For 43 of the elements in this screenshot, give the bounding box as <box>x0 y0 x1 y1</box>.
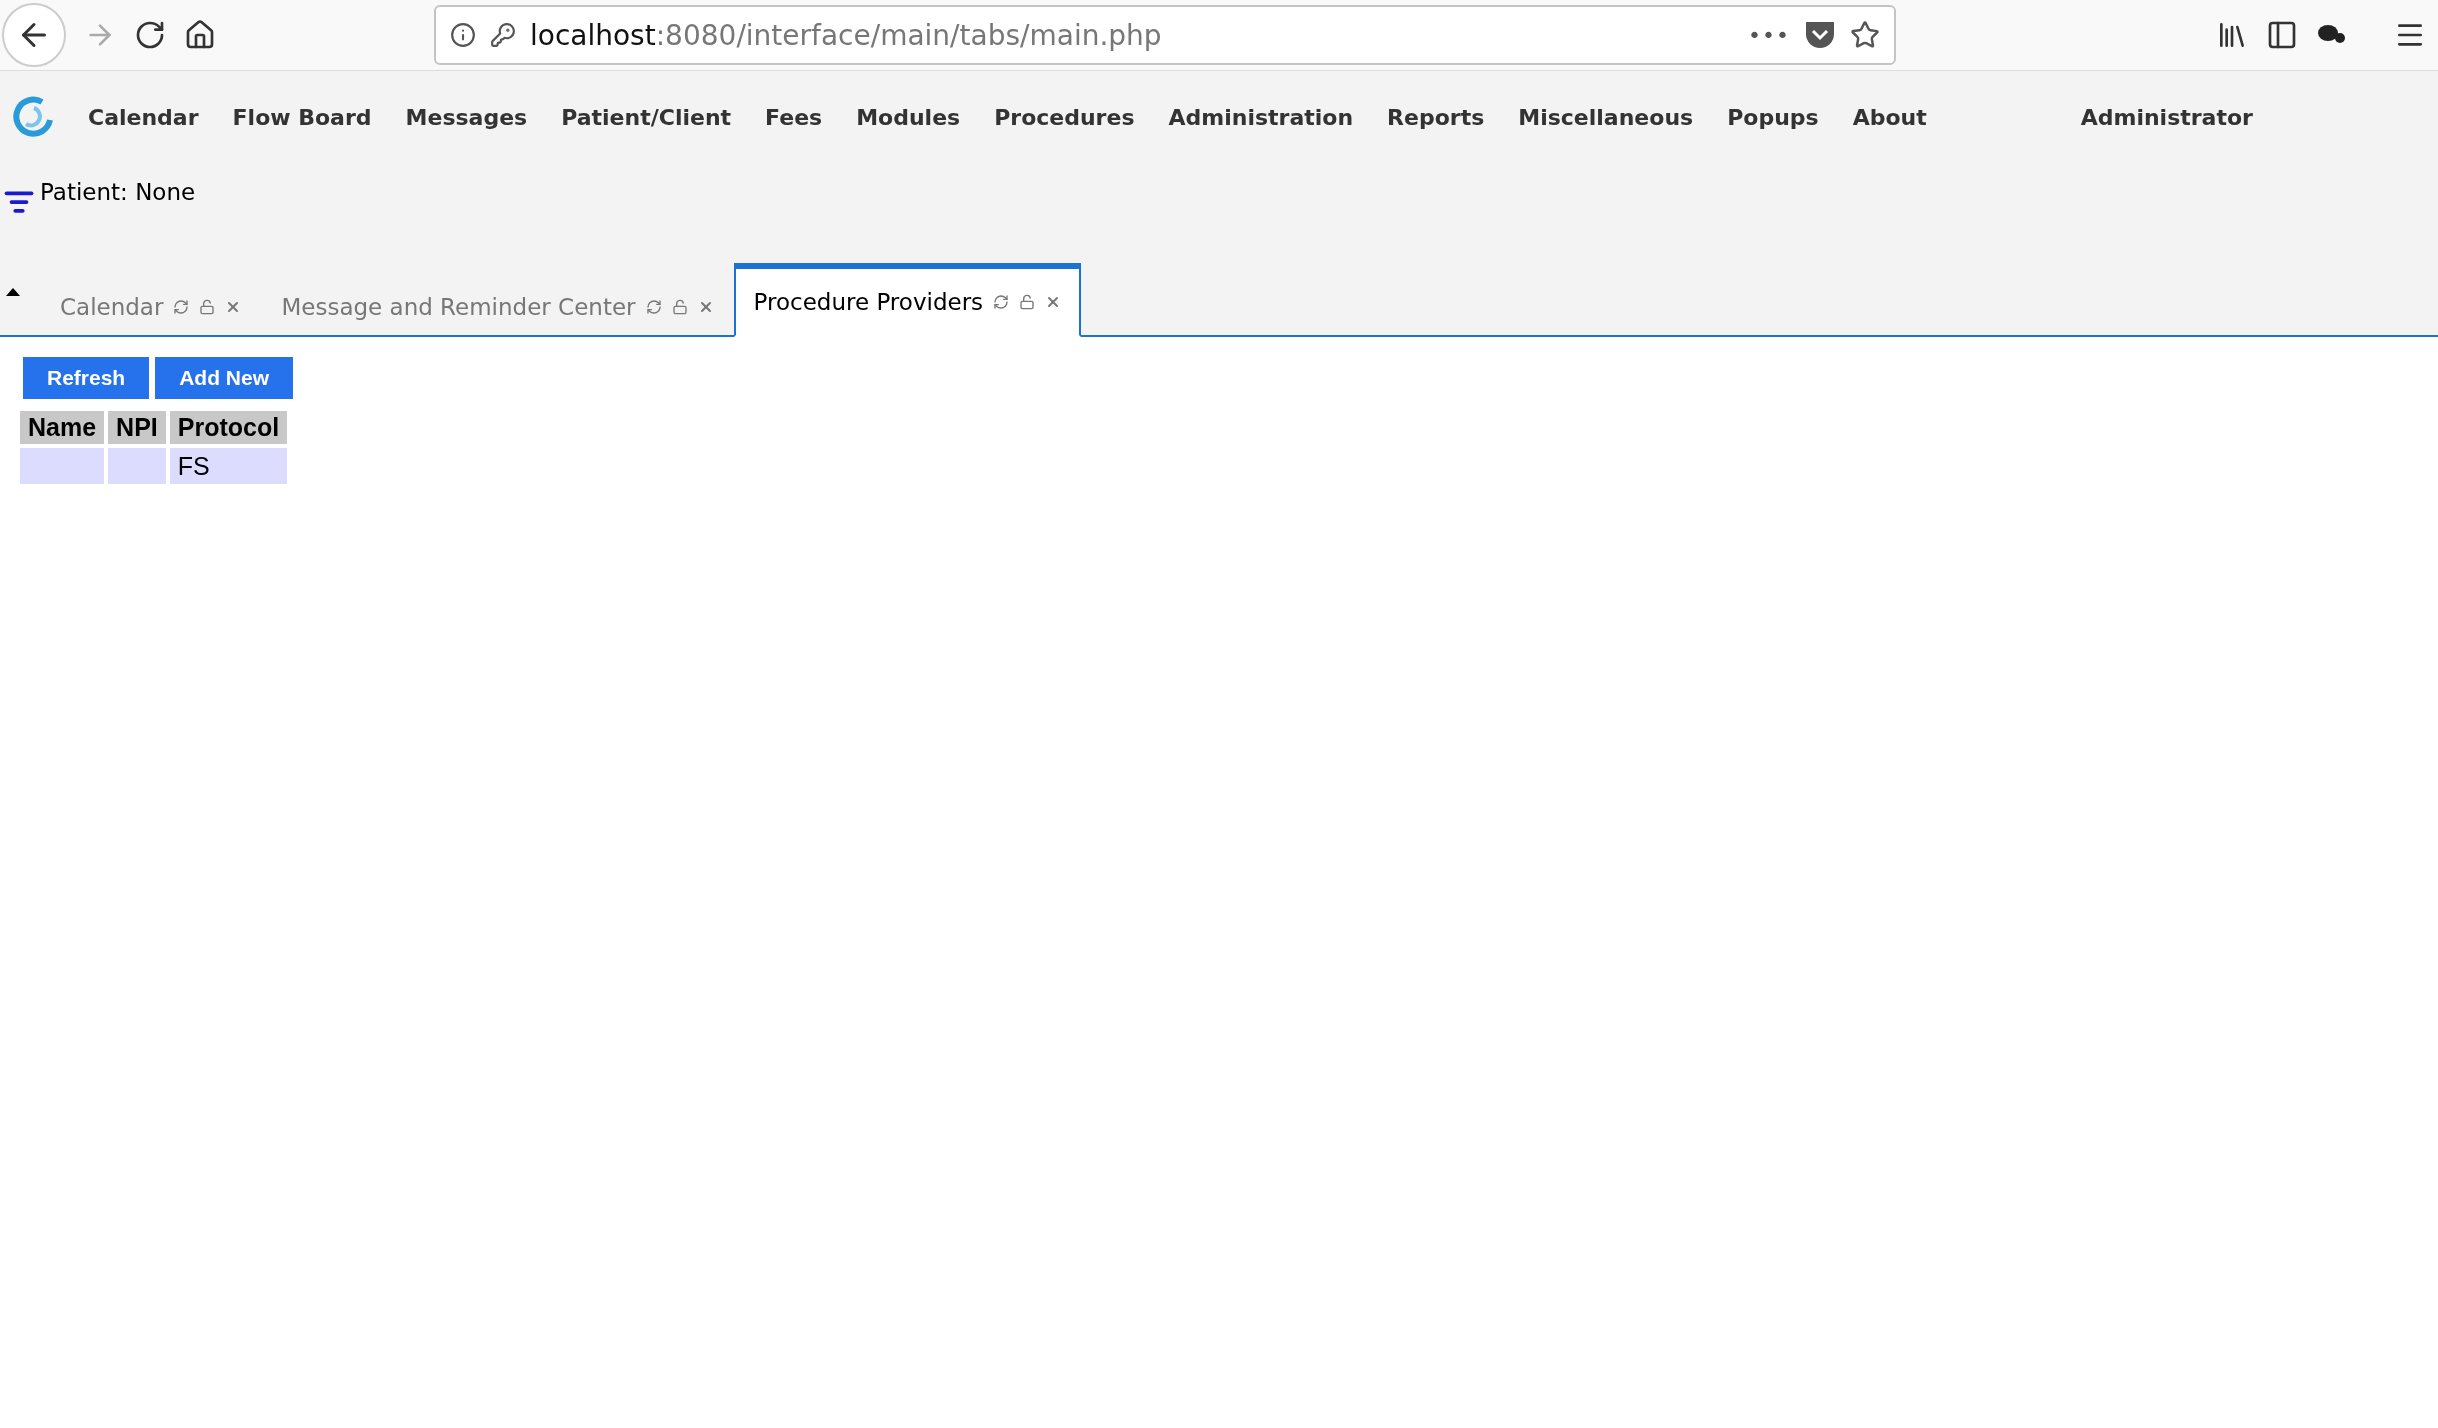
tab[interactable]: Calendar <box>40 277 262 337</box>
patient-label: Patient: None <box>40 179 196 205</box>
table-cell: FS <box>169 448 288 484</box>
tab[interactable]: Procedure Providers <box>733 263 1082 337</box>
menu-item[interactable]: About <box>1852 104 1927 130</box>
url-host: localhost <box>530 18 656 52</box>
reload-icon[interactable] <box>134 19 166 51</box>
home-icon[interactable] <box>184 19 216 51</box>
menu-item[interactable]: Patient/Client <box>561 104 732 130</box>
action-button[interactable]: Refresh <box>23 357 150 399</box>
unlock-icon[interactable] <box>1019 294 1036 310</box>
key-icon <box>490 22 516 48</box>
column-header: NPI <box>108 411 166 444</box>
table-cell <box>108 448 166 484</box>
menu-item[interactable]: Calendar <box>88 104 199 130</box>
pocket-icon <box>1804 20 1836 50</box>
action-button[interactable]: Add New <box>155 357 294 399</box>
star-icon[interactable] <box>1850 20 1880 50</box>
info-icon <box>450 22 476 48</box>
menu-item[interactable]: Flow Board <box>232 104 372 130</box>
user-menu[interactable]: Administrator <box>2080 104 2253 130</box>
tab[interactable]: Message and Reminder Center <box>261 277 734 337</box>
refresh-icon[interactable] <box>645 299 662 315</box>
menu-item[interactable]: Reports <box>1387 104 1485 130</box>
unlock-icon[interactable] <box>671 299 688 315</box>
address-bar[interactable]: localhost:8080/interface/main/tabs/main.php ••• <box>434 5 1896 65</box>
menu-item[interactable]: Fees <box>765 104 823 130</box>
collapse-caret-icon[interactable] <box>6 288 20 296</box>
sidebar-icon[interactable] <box>2266 19 2298 51</box>
menu-item[interactable]: Messages <box>405 104 528 130</box>
column-header: Protocol <box>169 411 288 444</box>
refresh-icon[interactable] <box>173 299 190 315</box>
menu-item[interactable]: Modules <box>856 104 961 130</box>
menu-item[interactable]: Popups <box>1727 104 1819 130</box>
unlock-icon[interactable] <box>199 299 216 315</box>
menu-item[interactable]: Miscellaneous <box>1518 104 1694 130</box>
refresh-icon[interactable] <box>993 294 1010 310</box>
menu-item[interactable]: Administration <box>1168 104 1354 130</box>
url-path: :8080/interface/main/tabs/main.php <box>655 18 1162 52</box>
column-header: Name <box>20 411 105 444</box>
logo-icon <box>12 96 54 138</box>
menu-item[interactable]: Procedures <box>994 104 1135 130</box>
more-button[interactable]: ••• <box>1748 22 1790 48</box>
